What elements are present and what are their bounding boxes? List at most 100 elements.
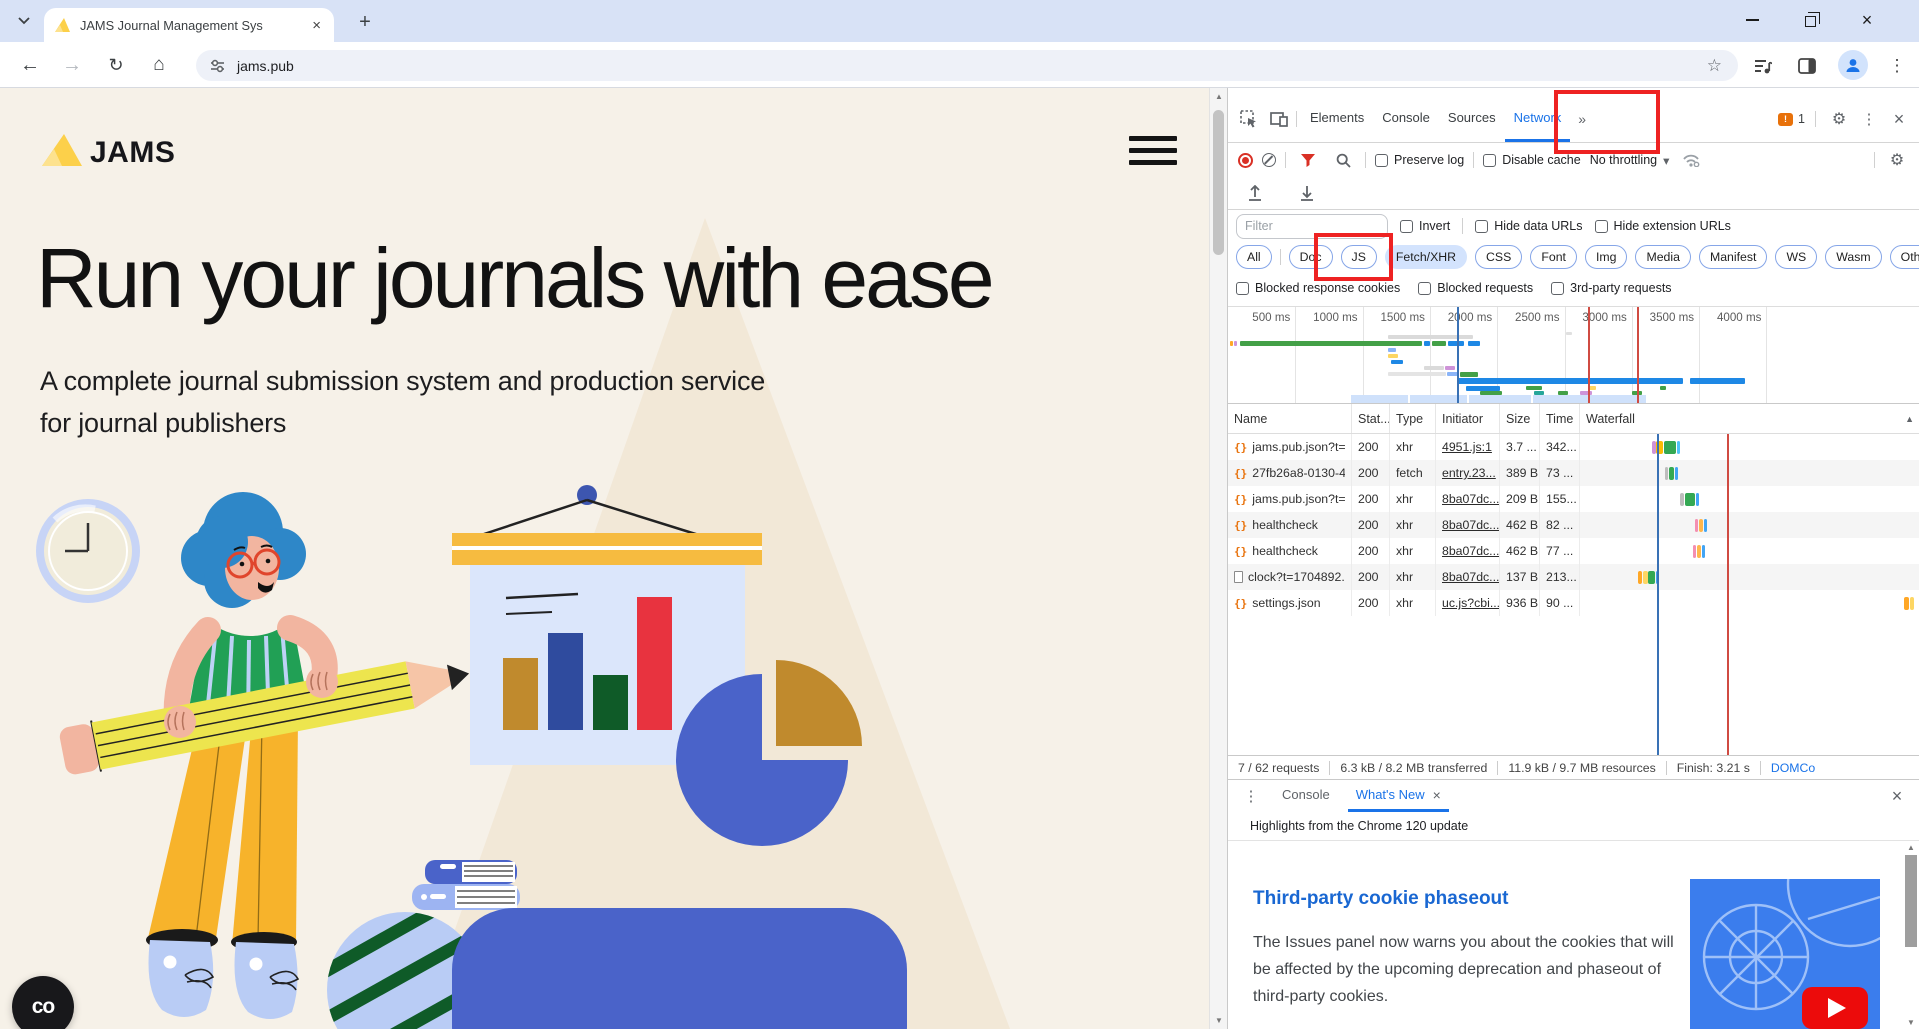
column-header-size[interactable]: Size xyxy=(1500,404,1540,433)
request-status-cell[interactable]: 200 xyxy=(1352,434,1390,460)
filter-pill-font[interactable]: Font xyxy=(1530,245,1577,269)
chat-widget-button[interactable]: co xyxy=(12,976,74,1029)
home-button[interactable]: ⌂ xyxy=(143,50,175,80)
devtools-close-icon[interactable]: × xyxy=(1886,107,1912,131)
url-text[interactable]: jams.pub xyxy=(237,58,1707,74)
clear-network-log-icon[interactable] xyxy=(1262,153,1276,167)
browser-menu-icon[interactable]: ⋮ xyxy=(1882,52,1912,80)
filter-pill-wasm[interactable]: Wasm xyxy=(1825,245,1881,269)
request-initiator-cell[interactable]: uc.js?cbi... xyxy=(1436,590,1500,616)
request-time-cell[interactable]: 155... xyxy=(1540,486,1580,512)
filter-pill-css[interactable]: CSS xyxy=(1475,245,1522,269)
request-type-cell[interactable]: xhr xyxy=(1390,590,1436,616)
drawer-tab-console[interactable]: Console xyxy=(1274,780,1338,812)
filter-pill-ws[interactable]: WS xyxy=(1775,245,1817,269)
filter-pill-img[interactable]: Img xyxy=(1585,245,1628,269)
devtools-tab-console[interactable]: Console xyxy=(1373,96,1439,142)
import-har-icon[interactable] xyxy=(1242,181,1268,205)
column-header-stat[interactable]: Stat... xyxy=(1352,404,1390,433)
checkbox-3rd-party-requests[interactable]: 3rd-party requests xyxy=(1551,281,1671,295)
request-initiator-cell[interactable]: 8ba07dc... xyxy=(1436,538,1500,564)
network-request-row[interactable]: clock?t=1704892...200xhr8ba07dc...137 B2… xyxy=(1228,564,1919,590)
request-waterfall-cell[interactable] xyxy=(1580,512,1919,538)
request-type-cell[interactable]: xhr xyxy=(1390,486,1436,512)
request-type-cell[interactable]: fetch xyxy=(1390,460,1436,486)
network-request-row[interactable]: {}27fb26a8-0130-4...200fetchentry.23...3… xyxy=(1228,460,1919,486)
side-panel-icon[interactable] xyxy=(1792,52,1822,80)
checkbox-icon[interactable] xyxy=(1475,220,1488,233)
window-restore-button[interactable] xyxy=(1790,4,1830,36)
window-close-button[interactable]: × xyxy=(1847,4,1887,36)
request-name-cell[interactable]: {}healthcheck xyxy=(1228,538,1352,564)
whats-new-scrollbar[interactable]: ▲ ▼ xyxy=(1902,841,1919,1029)
scroll-up-icon[interactable]: ▲ xyxy=(1210,92,1228,101)
request-type-cell[interactable]: xhr xyxy=(1390,434,1436,460)
column-header-waterfall[interactable]: Waterfall▲ xyxy=(1580,404,1919,433)
request-waterfall-cell[interactable] xyxy=(1580,460,1919,486)
page-scrollbar[interactable]: ▲ ▼ xyxy=(1209,88,1227,1029)
checkbox-hide-extension-urls[interactable]: Hide extension URLs xyxy=(1595,219,1731,233)
column-header-time[interactable]: Time xyxy=(1540,404,1580,433)
inspect-element-icon[interactable] xyxy=(1236,107,1262,131)
request-status-cell[interactable]: 200 xyxy=(1352,460,1390,486)
request-type-cell[interactable]: xhr xyxy=(1390,512,1436,538)
reload-button[interactable]: ↻ xyxy=(100,50,132,80)
record-network-log-icon[interactable] xyxy=(1238,153,1253,168)
request-waterfall-cell[interactable] xyxy=(1580,564,1919,590)
initiator-link[interactable]: 8ba07dc... xyxy=(1442,544,1499,558)
bookmark-star-icon[interactable]: ☆ xyxy=(1707,56,1722,76)
network-request-row[interactable]: {}jams.pub.json?t=1200xhr4951.js:13.7 ..… xyxy=(1228,434,1919,460)
search-icon[interactable] xyxy=(1330,148,1356,172)
request-status-cell[interactable]: 200 xyxy=(1352,512,1390,538)
request-initiator-cell[interactable]: entry.23... xyxy=(1436,460,1500,486)
network-request-row[interactable]: {}settings.json200xhruc.js?cbi...936 B90… xyxy=(1228,590,1919,616)
request-name-cell[interactable]: {}healthcheck xyxy=(1228,512,1352,538)
filter-pill-manifest[interactable]: Manifest xyxy=(1699,245,1767,269)
whats-new-scrollbar-thumb[interactable] xyxy=(1905,855,1917,947)
whats-new-tab-close-icon[interactable]: × xyxy=(1433,787,1441,803)
network-request-row[interactable]: {}jams.pub.json?t=...200xhr8ba07dc...209… xyxy=(1228,486,1919,512)
devtools-menu-icon[interactable]: ⋮ xyxy=(1856,107,1882,131)
checkbox-icon[interactable] xyxy=(1236,282,1249,295)
article-title[interactable]: Third-party cookie phaseout xyxy=(1253,888,1508,910)
disable-cache-checkbox[interactable]: Disable cache xyxy=(1483,153,1581,167)
request-name-cell[interactable]: {}settings.json xyxy=(1228,590,1352,616)
checkbox-icon[interactable] xyxy=(1551,282,1564,295)
article-video-thumbnail[interactable] xyxy=(1690,879,1880,1029)
new-tab-button[interactable]: + xyxy=(352,9,378,35)
request-initiator-cell[interactable]: 8ba07dc... xyxy=(1436,512,1500,538)
request-size-cell[interactable]: 462 B xyxy=(1500,538,1540,564)
request-size-cell[interactable]: 389 B xyxy=(1500,460,1540,486)
initiator-link[interactable]: uc.js?cbi... xyxy=(1442,596,1500,610)
back-button[interactable]: ← xyxy=(14,50,46,80)
network-overview-timeline[interactable]: 500 ms1000 ms1500 ms2000 ms2500 ms3000 m… xyxy=(1228,306,1919,404)
network-settings-icon[interactable]: ⚙ xyxy=(1884,148,1910,172)
checkbox-icon[interactable] xyxy=(1418,282,1431,295)
tab-search-chevron-icon[interactable] xyxy=(10,7,38,35)
request-time-cell[interactable]: 342... xyxy=(1540,434,1580,460)
browser-tab[interactable]: JAMS Journal Management Sys × xyxy=(44,8,334,42)
request-initiator-cell[interactable]: 4951.js:1 xyxy=(1436,434,1500,460)
filter-pill-media[interactable]: Media xyxy=(1635,245,1691,269)
request-name-cell[interactable]: {}jams.pub.json?t=1 xyxy=(1228,434,1352,460)
request-size-cell[interactable]: 936 B xyxy=(1500,590,1540,616)
checkbox-icon[interactable] xyxy=(1595,220,1608,233)
filter-pill-all[interactable]: All xyxy=(1236,245,1272,269)
initiator-link[interactable]: 8ba07dc... xyxy=(1442,570,1499,584)
address-bar[interactable]: jams.pub ☆ xyxy=(196,50,1738,81)
issues-badge[interactable]: ! 1 xyxy=(1778,112,1805,126)
column-header-name[interactable]: Name xyxy=(1228,404,1352,433)
request-size-cell[interactable]: 462 B xyxy=(1500,512,1540,538)
checkbox-icon[interactable] xyxy=(1400,220,1413,233)
profile-avatar[interactable] xyxy=(1838,50,1868,80)
filter-pill-other[interactable]: Other xyxy=(1890,245,1919,269)
devtools-tab-elements[interactable]: Elements xyxy=(1301,96,1373,142)
request-initiator-cell[interactable]: 8ba07dc... xyxy=(1436,486,1500,512)
scroll-down-icon[interactable]: ▼ xyxy=(1210,1016,1228,1025)
hamburger-menu-icon[interactable] xyxy=(1129,136,1177,165)
network-request-row[interactable]: {}healthcheck200xhr8ba07dc...462 B77 ... xyxy=(1228,538,1919,564)
request-waterfall-cell[interactable] xyxy=(1580,434,1919,460)
request-status-cell[interactable]: 200 xyxy=(1352,590,1390,616)
request-name-cell[interactable]: {}27fb26a8-0130-4... xyxy=(1228,460,1352,486)
scroll-down-icon[interactable]: ▼ xyxy=(1902,1018,1919,1027)
